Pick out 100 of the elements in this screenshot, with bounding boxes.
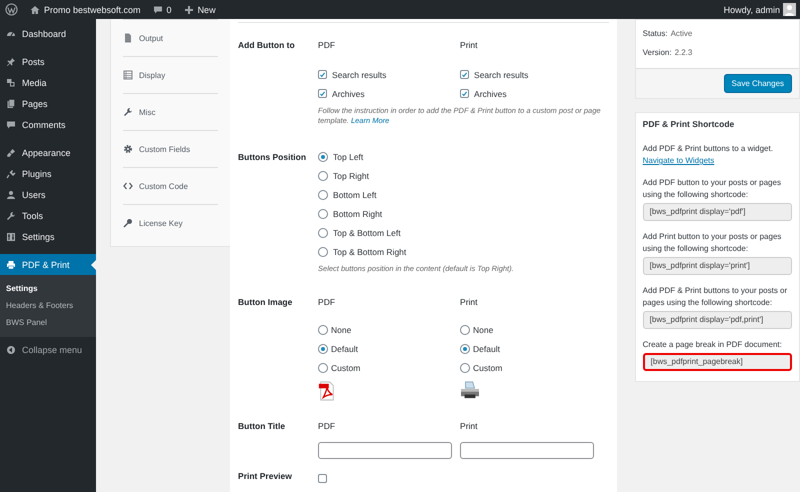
menu-item[interactable]: Media [0,72,96,93]
settings-tab[interactable]: License Key [123,204,218,241]
save-changes-button[interactable]: Save Changes [724,74,792,93]
checkbox[interactable] [318,474,328,483]
shortcode-field[interactable]: [bws_pdfprint_pagebreak] [642,353,792,371]
panel-title: PDF & Print Shortcode [642,119,736,129]
checkbox-label: Archives [332,88,365,98]
radio-button[interactable] [318,344,328,354]
checkbox[interactable] [460,70,470,79]
column-heading: PDF [318,421,336,433]
code-icon [123,181,133,191]
checkbox-label: Search results [332,70,386,80]
menu-item[interactable]: Users [0,184,96,205]
radio-label: Custom [473,362,502,372]
media-icon [6,78,16,88]
column-heading: Print [460,297,479,309]
radio-label: None [473,324,494,334]
greeting-link[interactable]: Howdy, admin [724,4,780,14]
settings-tab[interactable]: Misc [123,93,218,130]
menu-item[interactable]: Settings [0,226,96,247]
input-field[interactable] [318,442,452,459]
radio-button[interactable] [318,152,328,162]
settings-tab[interactable]: Output [123,19,218,56]
field-label: Add Button to [238,40,296,52]
menu-item[interactable]: Appearance [0,142,96,163]
radio-label: Top & Bottom Left [333,228,401,238]
radio-button[interactable] [460,344,470,354]
collapse-menu-link[interactable]: Collapse menu [22,345,82,355]
radio-label: Bottom Right [333,208,382,218]
field-label: Button Title [238,421,286,433]
comment-count[interactable]: 0 [166,4,172,14]
radio-label: Custom [331,362,360,372]
radio-label: Default [473,344,500,354]
wrench-icon [6,210,16,220]
menu-item[interactable]: Plugins [0,163,96,184]
shortcode-field[interactable]: [bws_pdfprint display='print'] [642,257,792,275]
comment-icon [6,120,16,130]
description-text: Add Print button to your posts or pages using the following shortcode: [642,231,782,255]
column-heading: Print [460,421,479,433]
checkbox-label: Search results [474,70,528,80]
radio-button[interactable] [318,246,328,256]
site-name-link[interactable]: Promo bestwebsoft.com [44,4,141,14]
menu-item[interactable]: Posts [0,51,96,72]
radio-label: Top Right [333,170,369,180]
checkmark-icon [461,90,468,98]
description-text: Add PDF & Print buttons to your posts or pages using the following shortcode: [642,285,788,309]
gear-icon [123,144,133,154]
radio-button[interactable] [318,324,328,334]
printer-icon [460,381,480,399]
checkbox[interactable] [318,70,328,79]
column-heading: PDF [318,40,336,52]
plug-icon [6,168,16,178]
version-label: Version: [642,48,672,57]
brush-icon [6,148,16,158]
input-field[interactable] [460,442,594,459]
pdf-file-icon [318,381,336,401]
radio-button[interactable] [460,324,470,334]
column-heading: PDF [318,297,336,309]
new-link[interactable]: New [198,4,216,14]
radio-button[interactable] [318,170,328,180]
checkbox-label: Archives [474,88,507,98]
comment-icon [152,4,163,14]
submenu-item[interactable]: BWS Panel [0,314,96,331]
version-value: 2.2.3 [674,48,692,57]
submenu-item[interactable]: Settings [0,280,96,297]
field-label: Button Image [238,297,294,309]
description-text: Add PDF & Print buttons to a widget. [642,143,774,155]
field-label: Buttons Position [238,152,308,164]
pages-icon [6,98,16,108]
menu-item[interactable]: Pages [0,93,96,114]
radio-label: Top & Bottom Right [333,246,406,256]
settings-tab[interactable]: Custom Fields [123,130,218,167]
checkmark-icon [461,70,468,78]
radio-button[interactable] [318,208,328,218]
settings-tab[interactable]: Display [123,56,218,93]
key-icon [123,218,133,228]
radio-button[interactable] [460,362,470,372]
field-label: Print Preview [238,471,293,483]
menu-item[interactable]: Comments [0,114,96,135]
menu-item[interactable]: PDF & Print [0,254,96,275]
avatar-icon [783,3,796,16]
radio-button[interactable] [318,190,328,200]
column-heading: Print [460,40,479,52]
menu-item[interactable]: Tools [0,205,96,226]
checkbox[interactable] [318,89,328,98]
radio-button[interactable] [318,362,328,372]
submenu-item[interactable]: Headers & Footers [0,297,96,314]
settings-tab[interactable]: Custom Code [123,167,218,204]
list-icon [123,70,133,80]
shortcode-field[interactable]: [bws_pdfprint display='pdf'] [642,203,792,221]
radio-button[interactable] [318,228,328,238]
menu-item[interactable]: Dashboard [0,23,96,44]
pin-icon [6,56,16,66]
sliders-icon [6,232,16,242]
shortcode-field[interactable]: [bws_pdfprint display='pdf,print'] [642,311,792,329]
checkmark-icon [319,90,326,98]
navigate-to-widgets-link[interactable]: Navigate to Widgets [642,155,792,167]
logo-icon [5,3,18,16]
checkbox[interactable] [460,89,470,98]
plus-icon [184,4,194,14]
